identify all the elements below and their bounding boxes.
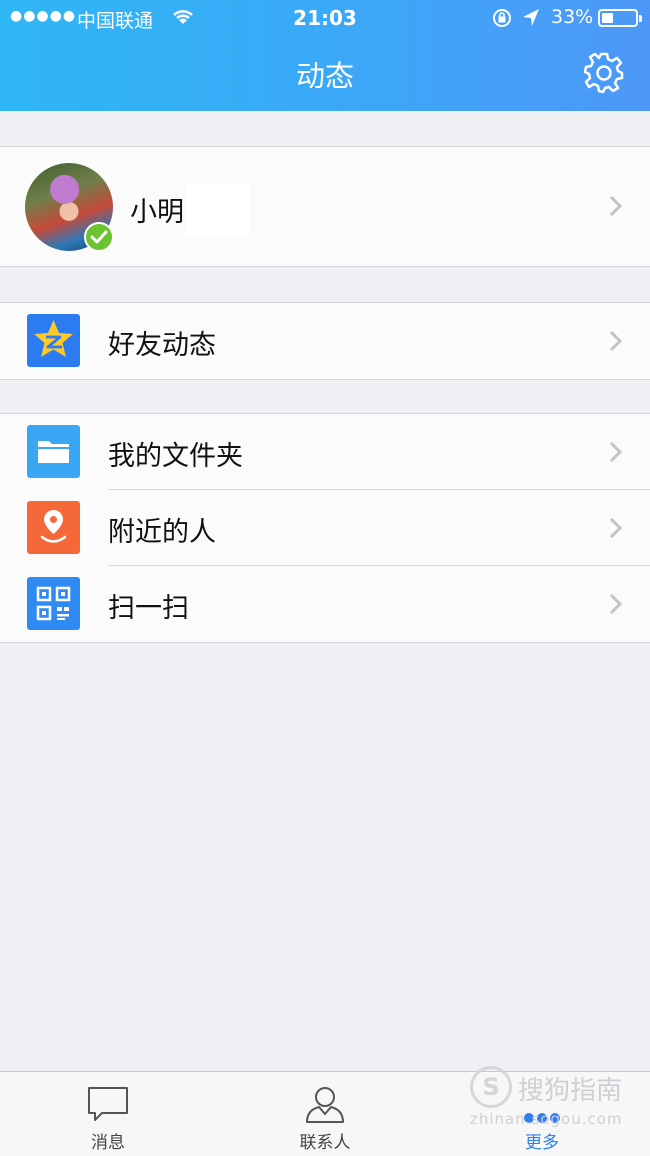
profile-card[interactable]: 小明 bbox=[0, 146, 650, 267]
gear-icon[interactable] bbox=[582, 51, 626, 95]
tab-bar: 消息 联系人 更多 bbox=[0, 1071, 650, 1156]
tab-contacts[interactable]: 联系人 bbox=[265, 1072, 385, 1156]
chat-bubble-icon bbox=[88, 1087, 128, 1121]
row-scan[interactable]: 扫一扫 bbox=[0, 566, 650, 642]
battery-percent: 33% bbox=[551, 6, 594, 28]
location-pin-icon bbox=[27, 501, 80, 554]
qr-code-icon bbox=[27, 577, 80, 630]
header-bar: ●●●●● 中国联通 21:03 33% 动态 bbox=[0, 0, 650, 111]
folder-icon bbox=[27, 425, 80, 478]
chevron-right-icon bbox=[609, 195, 623, 217]
row-label: 我的文件夹 bbox=[108, 441, 243, 472]
tools-group: 我的文件夹 附近的人 扫一扫 bbox=[0, 413, 650, 643]
name-redaction bbox=[186, 184, 250, 236]
tab-label: 消息 bbox=[91, 1133, 125, 1153]
tab-messages[interactable]: 消息 bbox=[48, 1072, 168, 1156]
rotation-lock-icon bbox=[491, 7, 513, 34]
chevron-right-icon bbox=[609, 593, 623, 615]
check-icon bbox=[84, 222, 114, 252]
more-dots-icon bbox=[524, 1113, 560, 1123]
tab-more[interactable]: 更多 bbox=[482, 1072, 602, 1156]
row-label: 好友动态 bbox=[108, 330, 216, 361]
chevron-right-icon bbox=[609, 441, 623, 463]
row-label: 扫一扫 bbox=[108, 593, 189, 624]
tab-label: 联系人 bbox=[299, 1133, 351, 1153]
row-label: 附近的人 bbox=[108, 517, 216, 548]
feed-group: 好友动态 bbox=[0, 302, 650, 380]
battery-icon bbox=[598, 9, 642, 27]
row-nearby-people[interactable]: 附近的人 bbox=[0, 490, 650, 566]
status-bar: ●●●●● 中国联通 21:03 33% bbox=[0, 0, 650, 36]
tab-label: 更多 bbox=[525, 1133, 559, 1153]
location-arrow-icon bbox=[521, 7, 541, 34]
profile-name: 小明 bbox=[130, 197, 184, 228]
row-my-folder[interactable]: 我的文件夹 bbox=[0, 414, 650, 490]
row-friend-feed[interactable]: 好友动态 bbox=[0, 303, 650, 379]
page-title: 动态 bbox=[295, 59, 354, 93]
chevron-right-icon bbox=[609, 330, 623, 352]
chevron-right-icon bbox=[609, 517, 623, 539]
qzone-star-icon bbox=[27, 314, 80, 367]
person-icon bbox=[306, 1087, 344, 1123]
